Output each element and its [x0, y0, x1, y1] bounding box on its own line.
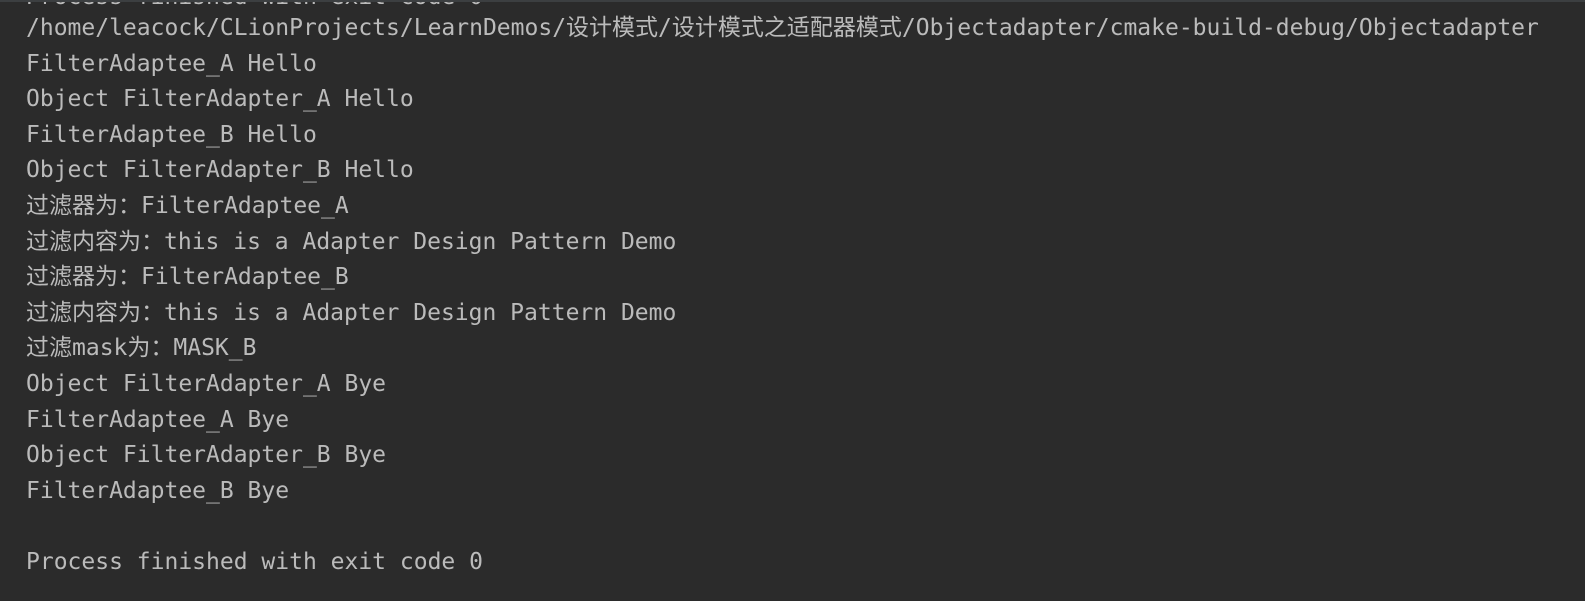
console-output-line: Object FilterAdapter_B Bye [26, 442, 387, 469]
console-blank-line [26, 509, 1539, 545]
console-output-line: Object FilterAdapter_A Bye [26, 370, 387, 397]
run-console-output[interactable]: Process finished with exit code 0 /home/… [0, 0, 1585, 601]
console-output-line: 过滤器为：FilterAdaptee_B [26, 264, 349, 291]
console-output-line: FilterAdaptee_A Hello [26, 50, 317, 77]
console-output-line: 过滤内容为：this is a Adapter Design Pattern D… [26, 299, 677, 326]
console-lines: /home/leacock/CLionProjects/LearnDemos/设… [26, 11, 1539, 581]
console-output-line: 过滤器为：FilterAdaptee_A [26, 192, 349, 219]
console-output-line: 过滤内容为：this is a Adapter Design Pattern D… [26, 228, 677, 255]
console-output-line: FilterAdaptee_B Bye [26, 477, 290, 504]
console-output-line: Object FilterAdapter_B Hello [26, 157, 414, 184]
console-output-line: FilterAdaptee_B Hello [26, 121, 317, 148]
console-exit-status-line: Process finished with exit code 0 [26, 548, 483, 575]
console-output-line: 过滤mask为：MASK_B [26, 335, 257, 362]
console-output-line: Object FilterAdapter_A Hello [26, 86, 414, 113]
console-command-line: /home/leacock/CLionProjects/LearnDemos/设… [26, 15, 1539, 41]
console-output-line: FilterAdaptee_A Bye [26, 406, 290, 433]
